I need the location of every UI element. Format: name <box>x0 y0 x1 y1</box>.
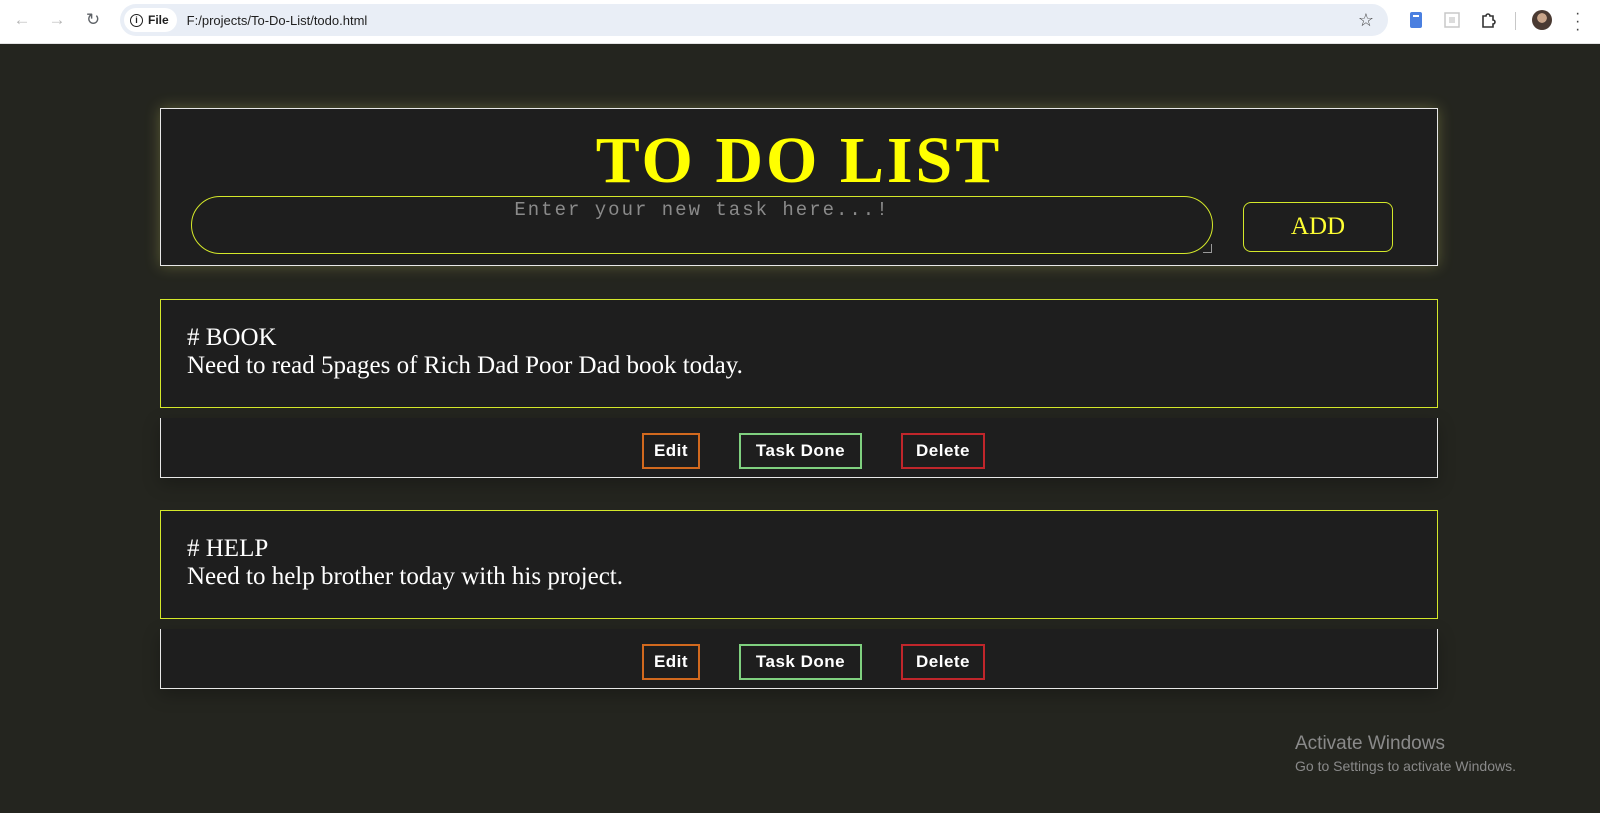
edit-button[interactable]: Edit <box>642 644 700 680</box>
reload-icon[interactable]: ↻ <box>82 9 104 31</box>
watermark-subtitle: Go to Settings to activate Windows. <box>1295 758 1516 774</box>
toolbar-divider <box>1515 12 1516 30</box>
url-text[interactable]: F:/projects/To-Do-List/todo.html <box>187 13 368 28</box>
browser-toolbar: ← → ↻ i File F:/projects/To-Do-List/todo… <box>0 0 1600 44</box>
delete-button[interactable]: Delete <box>901 433 985 469</box>
task-card: # HELP Need to help brother today with h… <box>160 510 1438 619</box>
task-actions: Edit Task Done Delete <box>160 629 1438 689</box>
task-description: Need to read 5pages of Rich Dad Poor Dad… <box>187 352 743 379</box>
site-chip-label: File <box>148 13 169 27</box>
task-input[interactable] <box>191 196 1213 254</box>
forward-icon[interactable]: → <box>46 9 68 31</box>
menu-kebab-icon[interactable]: · · · <box>1575 6 1580 38</box>
info-icon: i <box>130 13 143 27</box>
site-info-chip[interactable]: i File <box>124 8 177 32</box>
page-title: TO DO LIST <box>595 124 1003 197</box>
task-done-button[interactable]: Task Done <box>739 433 862 469</box>
task-actions: Edit Task Done Delete <box>160 418 1438 478</box>
task-description: Need to help brother today with his proj… <box>187 563 623 590</box>
activation-watermark: Activate Windows Go to Settings to activ… <box>1295 733 1516 774</box>
resize-grip-icon[interactable] <box>1203 244 1212 253</box>
extensions-puzzle-icon[interactable] <box>1480 11 1496 29</box>
task-title: # BOOK <box>187 324 277 351</box>
delete-button[interactable]: Delete <box>901 644 985 680</box>
extension-docs-icon[interactable] <box>1408 11 1424 29</box>
back-icon[interactable]: ← <box>11 9 33 31</box>
edit-button[interactable]: Edit <box>642 433 700 469</box>
profile-avatar[interactable] <box>1532 10 1552 30</box>
todo-header: TO DO LIST ADD <box>160 108 1438 266</box>
add-button[interactable]: ADD <box>1243 202 1393 252</box>
watermark-title: Activate Windows <box>1295 733 1445 754</box>
address-bar[interactable]: i File F:/projects/To-Do-List/todo.html … <box>120 4 1388 36</box>
task-card: # BOOK Need to read 5pages of Rich Dad P… <box>160 299 1438 408</box>
bookmark-star-icon[interactable]: ☆ <box>1358 10 1374 31</box>
task-done-button[interactable]: Task Done <box>739 644 862 680</box>
task-title: # HELP <box>187 535 269 562</box>
extension-grid-icon[interactable] <box>1444 11 1460 29</box>
